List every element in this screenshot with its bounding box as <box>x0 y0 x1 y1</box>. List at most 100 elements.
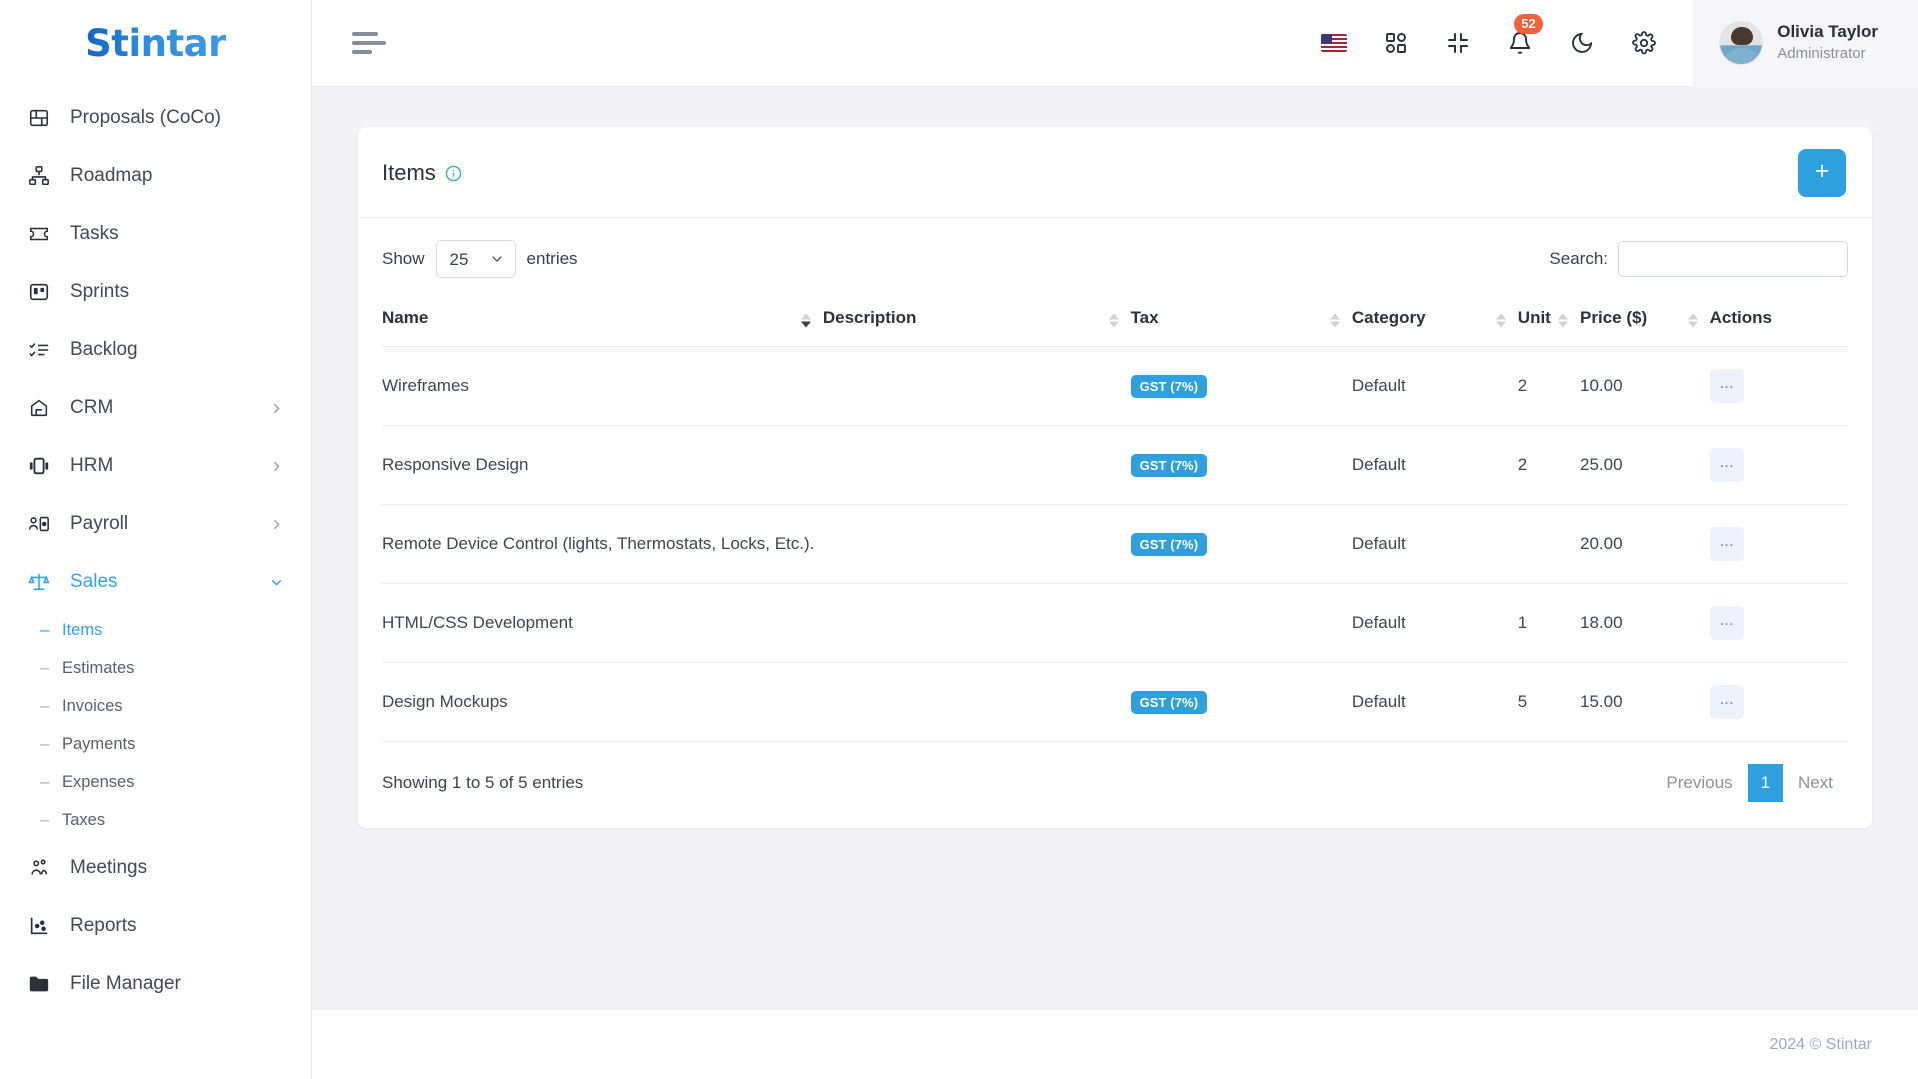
pagination-previous[interactable]: Previous <box>1651 764 1747 802</box>
sidebar-item-label: Roadmap <box>70 165 153 186</box>
chevron-right-icon <box>268 516 285 533</box>
table-controls: Show 10 25 50 100 entries Search: <box>382 240 1848 296</box>
page-length-select[interactable]: 10 25 50 100 <box>435 240 516 278</box>
cell-description <box>822 504 1131 584</box>
table-row[interactable]: Wireframes GST (7%) Default 2 10.00 ... <box>382 346 1848 426</box>
sidebar-item-payroll[interactable]: Payroll <box>0 495 311 553</box>
sprints-icon <box>28 281 58 303</box>
card-header: Items + <box>358 127 1872 218</box>
brand-name: Stintar <box>85 22 226 65</box>
folder-icon <box>28 973 58 995</box>
table-row[interactable]: Responsive Design GST (7%) Default 2 25.… <box>382 425 1848 505</box>
cell-price: 10.00 <box>1580 346 1710 426</box>
moon-icon[interactable] <box>1567 28 1597 58</box>
card-body: Show 10 25 50 100 entries Search: <box>358 218 1872 828</box>
cell-category: Default <box>1351 425 1518 505</box>
column-label: Price ($) <box>1580 308 1648 327</box>
cell-unit: 2 <box>1517 346 1581 426</box>
sidebar-subitem-taxes[interactable]: – Taxes <box>0 801 311 839</box>
gear-icon[interactable] <box>1629 28 1659 58</box>
sidebar-subitem-label: Payments <box>62 734 136 753</box>
sort-indicator <box>1108 313 1119 328</box>
row-actions-button[interactable]: ... <box>1709 685 1744 719</box>
sidebar-item-roadmap[interactable]: Roadmap <box>0 147 311 205</box>
payroll-icon <box>28 513 58 535</box>
page-content: Items + Show 10 25 <box>312 87 1918 1009</box>
avatar <box>1719 21 1764 65</box>
sidebar-item-proposals[interactable]: Proposals (CoCo) <box>0 89 311 147</box>
main-area: 52 Olivia Taylor Administrator Items + S… <box>312 0 1918 1079</box>
brand-logo[interactable]: Stintar <box>0 0 311 87</box>
add-item-button[interactable]: + <box>1798 149 1846 197</box>
sort-indicator <box>1687 313 1698 328</box>
menu-toggle-icon[interactable] <box>352 32 386 54</box>
sidebar-item-file-manager[interactable]: File Manager <box>0 955 311 1013</box>
table-footer: Showing 1 to 5 of 5 entries Previous 1 N… <box>382 742 1848 828</box>
sidebar-subitem-items[interactable]: – Items <box>0 611 311 649</box>
row-actions-button[interactable]: ... <box>1709 606 1744 640</box>
sidebar-item-label: HRM <box>70 455 114 476</box>
column-header-actions: Actions <box>1709 296 1848 347</box>
column-header-tax[interactable]: Tax <box>1130 296 1352 347</box>
column-header-description[interactable]: Description <box>822 296 1131 347</box>
flag-us-icon[interactable] <box>1319 28 1349 58</box>
sidebar-subitem-label: Items <box>62 620 103 639</box>
column-label: Unit <box>1517 308 1551 327</box>
cell-name: HTML/CSS Development <box>382 583 823 663</box>
sidebar-item-backlog[interactable]: Backlog <box>0 321 311 379</box>
table-row[interactable]: Design Mockups GST (7%) Default 5 15.00 … <box>382 662 1848 742</box>
table-row[interactable]: Remote Device Control (lights, Thermosta… <box>382 504 1848 584</box>
cell-price: 25.00 <box>1580 425 1710 505</box>
cell-price: 18.00 <box>1580 583 1710 663</box>
sort-indicator <box>800 313 811 328</box>
entries-label: entries <box>526 249 578 268</box>
dash-icon: – <box>40 620 50 639</box>
sidebar-item-meetings[interactable]: Meetings <box>0 839 311 897</box>
row-actions-button[interactable]: ... <box>1709 527 1744 561</box>
cell-tax: GST (7%) <box>1130 662 1352 742</box>
sidebar-subitem-expenses[interactable]: – Expenses <box>0 763 311 801</box>
column-header-unit[interactable]: Unit <box>1517 296 1581 347</box>
sidebar-item-sales[interactable]: Sales <box>0 553 311 611</box>
cell-tax: GST (7%) <box>1130 425 1352 505</box>
column-header-category[interactable]: Category <box>1351 296 1518 347</box>
search-label: Search: <box>1549 249 1608 268</box>
sidebar-item-tasks[interactable]: Tasks <box>0 205 311 263</box>
sidebar-subitem-invoices[interactable]: – Invoices <box>0 687 311 725</box>
sidebar-item-reports[interactable]: Reports <box>0 897 311 955</box>
cell-description <box>822 346 1131 426</box>
pagination-page-1[interactable]: 1 <box>1747 764 1784 802</box>
sidebar-item-label: Payroll <box>70 513 129 534</box>
sidebar-item-label: Sprints <box>70 281 130 302</box>
dash-icon: – <box>40 696 50 715</box>
row-actions-button[interactable]: ... <box>1709 448 1744 482</box>
column-header-name[interactable]: Name <box>382 296 823 347</box>
pagination-next[interactable]: Next <box>1783 764 1848 802</box>
user-menu[interactable]: Olivia Taylor Administrator <box>1693 0 1918 87</box>
roadmap-icon <box>28 165 58 187</box>
search-input[interactable] <box>1618 241 1848 277</box>
dash-icon: – <box>40 658 50 677</box>
table-row[interactable]: HTML/CSS Development Default 1 18.00 ... <box>382 583 1848 663</box>
sidebar-item-hrm[interactable]: HRM <box>0 437 311 495</box>
sidebar-subitem-estimates[interactable]: – Estimates <box>0 649 311 687</box>
row-actions-button[interactable]: ... <box>1709 369 1744 403</box>
cell-unit: 1 <box>1517 583 1581 663</box>
dash-icon: – <box>40 734 50 753</box>
cell-tax: GST (7%) <box>1130 346 1352 426</box>
collapse-fullscreen-icon[interactable] <box>1443 28 1473 58</box>
column-header-price[interactable]: Price ($) <box>1580 296 1710 347</box>
bell-icon[interactable]: 52 <box>1505 14 1543 58</box>
cell-category: Default <box>1351 346 1518 426</box>
sidebar-item-crm[interactable]: CRM <box>0 379 311 437</box>
sidebar-item-sprints[interactable]: Sprints <box>0 263 311 321</box>
cell-description <box>822 583 1131 663</box>
cell-price: 20.00 <box>1580 504 1710 584</box>
sidebar-item-label: CRM <box>70 397 114 418</box>
info-icon[interactable] <box>445 165 462 182</box>
crm-icon <box>28 397 58 419</box>
sales-submenu: – Items – Estimates – Invoices – Payment… <box>0 611 311 839</box>
sidebar-subitem-payments[interactable]: – Payments <box>0 725 311 763</box>
apps-grid-icon[interactable] <box>1381 28 1411 58</box>
sidebar-nav: Proposals (CoCo) Roadmap Tasks Sprints B… <box>0 87 311 1013</box>
